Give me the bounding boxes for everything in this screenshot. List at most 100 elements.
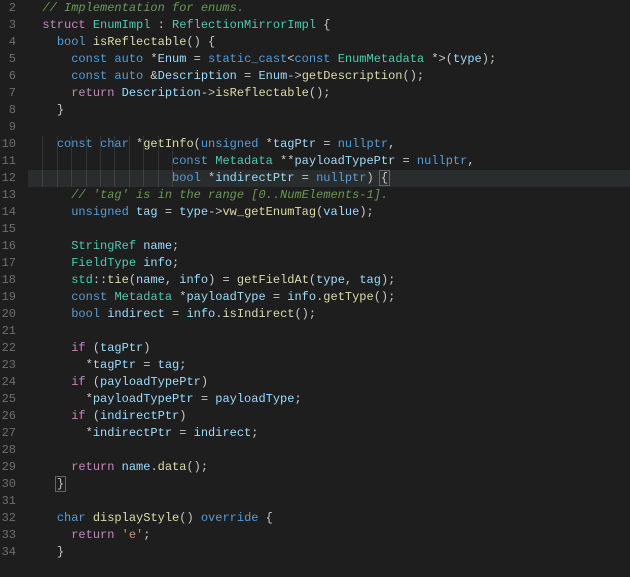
token-pn: ** bbox=[273, 154, 295, 168]
token-var: name bbox=[122, 460, 151, 474]
token-var: type bbox=[179, 205, 208, 219]
line-number: 22 bbox=[0, 340, 16, 357]
token-kw: if bbox=[71, 409, 85, 423]
token-pn: (); bbox=[186, 460, 208, 474]
line-number: 7 bbox=[0, 85, 16, 102]
token-pn: , bbox=[345, 273, 359, 287]
token-pn: ); bbox=[381, 273, 395, 287]
code-line[interactable]: bool *indirectPtr = nullptr) { bbox=[28, 170, 630, 187]
code-line[interactable]: char displayStyle() override { bbox=[28, 510, 630, 527]
token-pn: ; bbox=[172, 256, 179, 270]
indent-guide bbox=[42, 153, 43, 170]
token-fn: data bbox=[158, 460, 187, 474]
code-line[interactable] bbox=[28, 493, 630, 510]
token-ty: Metadata bbox=[114, 290, 172, 304]
token-pn: , bbox=[165, 273, 179, 287]
token-pn: , bbox=[467, 154, 474, 168]
token-var: indirectPtr bbox=[100, 409, 179, 423]
token-pn: = bbox=[172, 426, 194, 440]
code-line[interactable] bbox=[28, 442, 630, 459]
token-kw2: nullptr bbox=[316, 171, 366, 185]
line-number: 15 bbox=[0, 221, 16, 238]
token-pn: ( bbox=[86, 409, 100, 423]
token-pn: ) bbox=[179, 409, 186, 423]
line-number: 8 bbox=[0, 102, 16, 119]
code-line[interactable]: const auto *Enum = static_cast<const Enu… bbox=[28, 51, 630, 68]
code-line[interactable]: struct EnumImpl : ReflectionMirrorImpl { bbox=[28, 17, 630, 34]
code-line[interactable]: } bbox=[28, 102, 630, 119]
token-fn: isIndirect bbox=[222, 307, 294, 321]
token-var: Enum bbox=[258, 69, 287, 83]
code-line[interactable]: *payloadTypePtr = payloadType; bbox=[28, 391, 630, 408]
token-pn: ; bbox=[143, 528, 150, 542]
token-var: indirectPtr bbox=[215, 171, 294, 185]
code-line[interactable] bbox=[28, 221, 630, 238]
indent-guide bbox=[114, 170, 115, 187]
token-pn: = bbox=[395, 154, 417, 168]
token-pn: -> bbox=[287, 69, 301, 83]
token-ty: FieldType bbox=[71, 256, 143, 270]
indent-guide bbox=[143, 153, 144, 170]
token-var: tag bbox=[359, 273, 381, 287]
code-line[interactable]: return 'e'; bbox=[28, 527, 630, 544]
line-number: 2 bbox=[0, 0, 16, 17]
line-number: 11 bbox=[0, 153, 16, 170]
indent-guide bbox=[158, 170, 159, 187]
token-pn: * bbox=[143, 52, 157, 66]
token-pn: } bbox=[57, 103, 64, 117]
code-line[interactable]: unsigned tag = type->vw_getEnumTag(value… bbox=[28, 204, 630, 221]
code-line[interactable]: bool indirect = info.isIndirect(); bbox=[28, 306, 630, 323]
code-line[interactable]: *indirectPtr = indirect; bbox=[28, 425, 630, 442]
code-line[interactable]: bool isReflectable() { bbox=[28, 34, 630, 51]
token-pn: ( bbox=[194, 137, 201, 151]
token-kw2: const char bbox=[57, 137, 129, 151]
indent-guide bbox=[143, 170, 144, 187]
code-line[interactable] bbox=[28, 119, 630, 136]
token-var: payloadTypePtr bbox=[294, 154, 395, 168]
line-number: 24 bbox=[0, 374, 16, 391]
code-line[interactable]: const Metadata *payloadType = info.getTy… bbox=[28, 289, 630, 306]
code-line[interactable]: const Metadata **payloadTypePtr = nullpt… bbox=[28, 153, 630, 170]
code-line[interactable]: } bbox=[28, 476, 630, 493]
code-line[interactable]: std::tie(name, info) = getFieldAt(type, … bbox=[28, 272, 630, 289]
token-kw2: static_cast bbox=[208, 52, 287, 66]
token-var: tag bbox=[158, 358, 180, 372]
token-pn: . bbox=[150, 460, 157, 474]
line-number: 12 bbox=[0, 170, 16, 187]
code-line[interactable]: // Implementation for enums. bbox=[28, 0, 630, 17]
code-line[interactable]: *tagPtr = tag; bbox=[28, 357, 630, 374]
token-kw2: const bbox=[71, 290, 114, 304]
code-line[interactable]: return name.data(); bbox=[28, 459, 630, 476]
line-number: 29 bbox=[0, 459, 16, 476]
code-area[interactable]: // Implementation for enums. struct Enum… bbox=[22, 0, 630, 577]
line-number-gutter: 2345678910111213141516171819202122232425… bbox=[0, 0, 22, 577]
code-line[interactable] bbox=[28, 323, 630, 340]
code-line[interactable]: return Description->isReflectable(); bbox=[28, 85, 630, 102]
code-line[interactable]: if (payloadTypePtr) bbox=[28, 374, 630, 391]
token-kw2: char bbox=[57, 511, 93, 525]
token-fn: isReflectable bbox=[215, 86, 309, 100]
line-number: 26 bbox=[0, 408, 16, 425]
code-editor[interactable]: 2345678910111213141516171819202122232425… bbox=[0, 0, 630, 577]
code-line[interactable]: } bbox=[28, 544, 630, 561]
code-line[interactable]: StringRef name; bbox=[28, 238, 630, 255]
indent-guide bbox=[86, 153, 87, 170]
code-line[interactable]: const auto &Description = Enum->getDescr… bbox=[28, 68, 630, 85]
indent-guide bbox=[129, 136, 130, 153]
token-var: Description bbox=[158, 69, 237, 83]
code-line[interactable]: const char *getInfo(unsigned *tagPtr = n… bbox=[28, 136, 630, 153]
token-fn: vw_getEnumTag bbox=[222, 205, 316, 219]
token-ty: std bbox=[71, 273, 93, 287]
indent-guide bbox=[100, 136, 101, 153]
code-line[interactable]: if (indirectPtr) bbox=[28, 408, 630, 425]
code-line[interactable]: FieldType info; bbox=[28, 255, 630, 272]
line-number: 20 bbox=[0, 306, 16, 323]
code-line[interactable]: if (tagPtr) bbox=[28, 340, 630, 357]
token-ty: ReflectionMirrorImpl bbox=[172, 18, 316, 32]
token-pn: * bbox=[129, 137, 143, 151]
token-pn: = bbox=[237, 69, 259, 83]
token-str: 'e' bbox=[122, 528, 144, 542]
code-line[interactable]: // 'tag' is in the range [0..NumElements… bbox=[28, 187, 630, 204]
token-pn: ; bbox=[251, 426, 258, 440]
token-kw: return bbox=[71, 86, 121, 100]
